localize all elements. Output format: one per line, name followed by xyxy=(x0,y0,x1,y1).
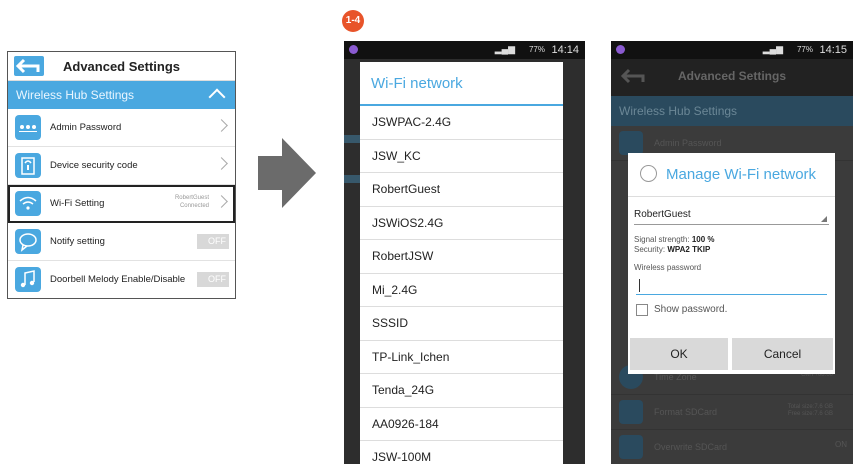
music-note-icon xyxy=(15,267,41,292)
network-item[interactable]: JSWiOS2.4G xyxy=(360,207,563,240)
dropdown-triangle-icon xyxy=(821,216,827,222)
password-dots-icon xyxy=(15,115,41,140)
settings-row-doorbell-melody: Doorbell Melody Enable/Disable OFF xyxy=(8,261,235,298)
free-size: Free size:7.6 GB xyxy=(787,411,833,417)
network-item[interactable]: Tenda_24G xyxy=(360,374,563,408)
page-title: Advanced Settings xyxy=(62,59,181,74)
dialog-title: Wi-Fi network xyxy=(360,62,563,106)
dimmed-section-header: Wireless Hub Settings xyxy=(611,96,853,126)
signal-icon: ▂▄▆ xyxy=(762,44,783,54)
connection-status: Connected xyxy=(179,203,209,209)
show-password-checkbox[interactable]: Show password. xyxy=(636,303,829,317)
security-value: WPA2 TKIP xyxy=(667,245,711,254)
network-item[interactable]: JSW-100M xyxy=(360,441,563,474)
chevron-up-icon xyxy=(208,88,226,106)
battery-percent: 77% xyxy=(796,45,813,54)
battery-percent: 77% xyxy=(528,45,545,54)
security-label: Security: xyxy=(634,245,666,254)
checkbox-label: Show password. xyxy=(654,304,728,315)
network-item[interactable]: Mi_2.4G xyxy=(360,274,563,307)
page-title: Advanced Settings xyxy=(677,69,787,83)
dimmed-row-format-sdcard: Format SDCard Total size:7.6 GB Free size… xyxy=(611,395,853,430)
chevron-right-icon xyxy=(215,195,228,208)
signal-label: Signal strength: xyxy=(634,235,690,244)
signal-value: 100 % xyxy=(691,235,715,244)
status-bar: ▂▄▆ 77% 14:15 xyxy=(611,41,853,59)
ok-button[interactable]: OK xyxy=(630,338,728,370)
text-cursor xyxy=(639,279,640,292)
sdcard-icon xyxy=(619,400,643,424)
total-size: Total size:7.6 GB xyxy=(787,404,833,410)
dialog-title: Manage Wi-Fi network xyxy=(666,166,817,183)
network-item[interactable]: JSWPAC-2.4G xyxy=(360,106,563,140)
row-label: Admin Password xyxy=(50,122,122,133)
password-label: Wireless password xyxy=(634,263,702,272)
row-label: Doorbell Melody Enable/Disable xyxy=(50,274,186,285)
wifi-icon xyxy=(15,191,41,216)
row-label: Wi-Fi Setting xyxy=(50,198,105,209)
overwrite-toggle: ON xyxy=(835,440,847,449)
row-label: Admin Password xyxy=(654,138,722,148)
lock-icon xyxy=(15,153,41,178)
wifi-status-text: RobertGuest Connected xyxy=(175,194,209,210)
chevron-right-icon xyxy=(215,119,228,132)
chat-bubble-icon xyxy=(15,229,41,254)
ssid-dropdown[interactable]: RobertGuest xyxy=(634,206,829,225)
settings-row-admin-password[interactable]: Admin Password xyxy=(8,109,235,147)
settings-row-device-security-code[interactable]: Device security code xyxy=(8,147,235,185)
advanced-settings-panel: Advanced Settings Wireless Hub Settings … xyxy=(7,51,236,299)
checkbox-icon xyxy=(636,304,648,316)
network-item[interactable]: RobertGuest xyxy=(360,173,563,207)
dimmed-row-edge xyxy=(344,175,360,183)
header-bar: Advanced Settings xyxy=(8,52,235,81)
ssid-value: RobertGuest xyxy=(634,209,691,220)
storage-info: Total size:7.6 GB Free size:7.6 GB xyxy=(788,404,833,418)
row-label: Format SDCard xyxy=(654,407,718,417)
overwrite-icon xyxy=(619,435,643,459)
settings-row-wifi-setting[interactable]: Wi-Fi Setting RobertGuest Connected xyxy=(8,185,235,223)
network-item[interactable]: RobertJSW xyxy=(360,240,563,274)
settings-row-notify: Notify setting OFF xyxy=(8,223,235,261)
notify-toggle[interactable]: OFF xyxy=(197,234,229,249)
status-bar: ▂▄▆ 77% 14:14 xyxy=(344,41,585,59)
clock: 14:15 xyxy=(819,44,847,56)
network-item[interactable]: SSSID xyxy=(360,307,563,341)
cancel-button[interactable]: Cancel xyxy=(732,338,833,370)
app-notification-icon xyxy=(616,45,625,54)
network-item[interactable]: AA0926-184 xyxy=(360,408,563,441)
row-label: Notify setting xyxy=(50,236,105,247)
dimmed-row-overwrite-sdcard: Overwrite SDCard ON xyxy=(611,430,853,464)
network-item[interactable]: JSW_KC xyxy=(360,140,563,173)
wifi-network-dialog: Wi-Fi network JSWPAC-2.4G JSW_KC RobertG… xyxy=(360,62,563,464)
step-arrow-icon xyxy=(258,138,316,208)
app-notification-icon xyxy=(349,45,358,54)
doorbell-melody-toggle[interactable]: OFF xyxy=(197,272,229,287)
dimmed-row-edge xyxy=(344,135,360,143)
section-header-wireless-hub[interactable]: Wireless Hub Settings xyxy=(8,81,235,109)
step-badge: 1-4 xyxy=(342,10,364,32)
network-info: Signal strength: 100 % Security: WPA2 TK… xyxy=(634,235,829,255)
password-dots-icon xyxy=(619,131,643,155)
chevron-right-icon xyxy=(215,157,228,170)
section-label: Wireless Hub Settings xyxy=(16,88,135,102)
manage-wifi-dialog: Manage Wi-Fi network RobertGuest Signal … xyxy=(628,153,835,374)
row-label: Device security code xyxy=(50,160,138,171)
dialog-header: Manage Wi-Fi network xyxy=(628,153,835,197)
signal-icon: ▂▄▆ xyxy=(494,44,515,54)
password-input[interactable] xyxy=(636,277,827,295)
row-label: Overwrite SDCard xyxy=(654,442,728,452)
dialog-buttons: OK Cancel xyxy=(630,338,833,370)
connected-ssid: RobertGuest xyxy=(174,195,209,201)
clock: 14:14 xyxy=(551,44,579,56)
network-item[interactable]: TP-Link_Ichen xyxy=(360,341,563,374)
wifi-icon xyxy=(640,165,657,182)
